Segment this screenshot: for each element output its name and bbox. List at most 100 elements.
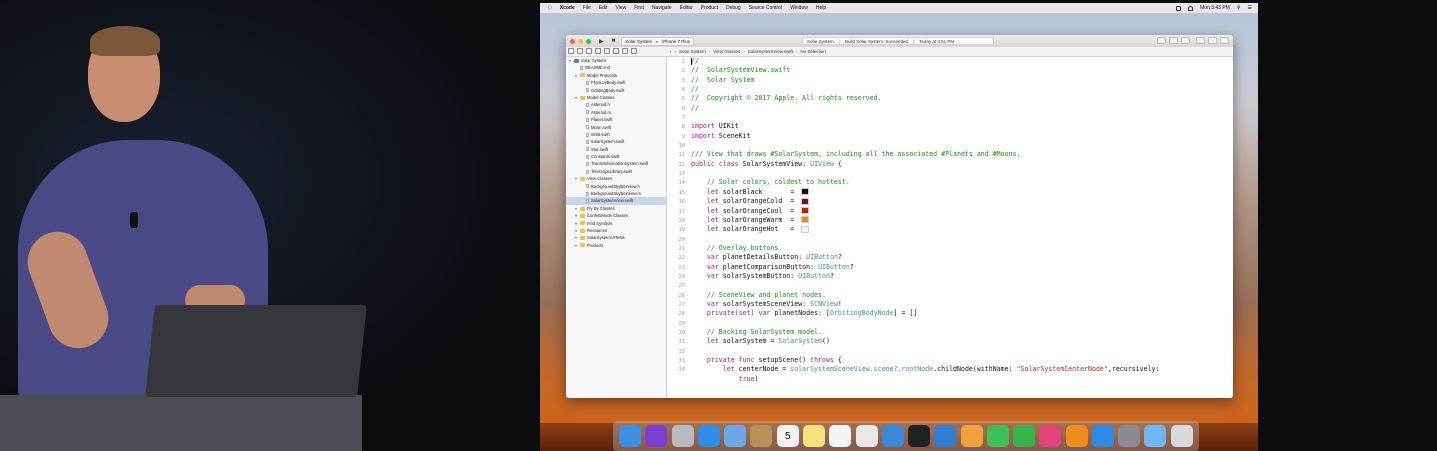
navigator-row[interactable]: Constants.swift (566, 153, 666, 160)
navigator-row[interactable]: TelescopeLibrary.swift (566, 168, 666, 175)
folder-icon[interactable] (934, 425, 957, 447)
facetime-icon[interactable] (1013, 425, 1036, 447)
color-literal-swatch[interactable] (801, 225, 810, 233)
navigator-row[interactable]: ▾ SolarSystemUITests (566, 234, 666, 241)
navigator-row[interactable]: BackgroundSkyBoxView.h (566, 183, 666, 190)
breakpoint-navigator-icon[interactable] (622, 48, 628, 54)
downloads-folder-icon[interactable] (1144, 425, 1167, 447)
code-line[interactable]: 34 let centerNode = solarSystemSceneView… (667, 365, 1233, 374)
code-line[interactable]: 19 let solarOrangeHot = (667, 225, 1233, 234)
wifi-icon[interactable] (1188, 5, 1194, 11)
navigator-row[interactable]: README.md (566, 64, 666, 71)
notes-icon[interactable] (802, 425, 825, 447)
menu-product[interactable]: Product (701, 5, 718, 11)
menu-view[interactable]: View (615, 5, 626, 11)
standard-editor-button[interactable] (1157, 37, 1166, 44)
code-line[interactable]: 12 public class SolarSystemView: UIView { (667, 160, 1233, 169)
preview-icon[interactable] (855, 425, 878, 447)
color-literal-swatch[interactable] (801, 216, 810, 224)
code-line[interactable]: 3// Solar System (667, 76, 1233, 85)
code-line[interactable]: 21 // Overlay buttons. (667, 244, 1233, 253)
code-line[interactable]: 30 // Backing SolarSystem model. (667, 328, 1233, 337)
stop-button[interactable]: ■ (612, 38, 616, 44)
code-line[interactable]: 2// SolarSystemView.swift (667, 66, 1233, 75)
code-line[interactable]: 29 (667, 319, 1233, 328)
code-line[interactable]: 33 private func setupScene() throws { (667, 356, 1233, 365)
xcode-icon[interactable] (881, 425, 904, 447)
breadcrumb-item[interactable]: Solar System (679, 49, 706, 54)
navigator-row[interactable]: ▾ Solar System (566, 57, 666, 64)
notification-center-icon[interactable]: ☰ (1248, 5, 1252, 11)
menu-editor[interactable]: Editor (680, 5, 693, 11)
navigator-row[interactable]: Planet.swift (566, 116, 666, 123)
back-button[interactable]: ‹ (670, 49, 672, 54)
code-line[interactable]: 5// Copyright © 2017 Apple. All rights r… (667, 94, 1233, 103)
assistant-editor-button[interactable] (1169, 37, 1178, 44)
menu-window[interactable]: Window (790, 5, 808, 11)
color-literal-swatch[interactable] (801, 188, 810, 196)
navigator-row[interactable]: ▾ Products (566, 242, 666, 249)
ibooks-icon[interactable] (1065, 425, 1088, 447)
code-line[interactable]: 26 // SceneView and planet nodes. (667, 291, 1233, 300)
color-literal-swatch[interactable] (801, 207, 810, 214)
navigator-row[interactable]: SolarSystem.swift (566, 138, 666, 145)
app-store-icon[interactable] (1091, 425, 1114, 447)
navigator-row[interactable]: SolarSystemView.swift (566, 197, 666, 205)
menu-navigate[interactable]: Navigate (652, 5, 672, 11)
code-line[interactable]: true) (667, 375, 1233, 384)
navigator-row[interactable]: ▾ Model Protocols (566, 72, 666, 79)
zoom-window-button[interactable] (586, 38, 591, 44)
terminal-icon[interactable] (908, 425, 931, 447)
code-line[interactable]: 11/// View that draws #SolarSystem, incl… (667, 150, 1233, 159)
reminders-icon[interactable] (829, 425, 852, 447)
navigator-row[interactable]: Asteroid.h (566, 101, 666, 108)
siri-icon[interactable] (645, 425, 668, 447)
breadcrumb-item[interactable]: No Selection (800, 49, 826, 54)
code-line[interactable]: 28 private(set) var planetNodes: [Orbiti… (667, 309, 1233, 318)
photos-icon[interactable] (960, 425, 983, 447)
trash-icon[interactable] (1170, 425, 1193, 447)
menu-debug[interactable]: Debug (726, 5, 741, 11)
navigator-row[interactable]: BackgroundSkyBoxView.m (566, 190, 666, 197)
code-line[interactable]: 20 (667, 235, 1233, 244)
code-line[interactable]: 7 (667, 113, 1233, 122)
code-line[interactable]: 27 var solarSystemSceneView: SCNView! (667, 300, 1233, 309)
breadcrumb-item[interactable]: SolarSystemView.swift (748, 49, 793, 54)
menu-help[interactable]: Help (816, 5, 826, 11)
code-line[interactable]: 1// (667, 57, 1233, 66)
navigator-row[interactable]: ▾ ConfettiMode Classes (566, 212, 666, 219)
navigator-row[interactable]: ▾ Fly By Classes (566, 205, 666, 212)
symbol-navigator-icon[interactable] (577, 48, 583, 54)
code-line[interactable]: 18 let solarOrangeWarm = (667, 216, 1233, 225)
code-line[interactable]: 14 // Solar colors, coldest to hottest. (667, 178, 1233, 187)
debug-area-toggle-button[interactable] (1208, 37, 1217, 44)
navigator-row[interactable]: Star.swift (566, 146, 666, 153)
code-line[interactable]: 9 import SceneKit (667, 132, 1233, 141)
code-line[interactable]: 8 import UIKit (667, 122, 1233, 131)
scheme-selector[interactable]: Solar System ▸ iPhone 7 Plus (621, 36, 695, 46)
code-line[interactable]: 15 let solarBlack = (667, 188, 1233, 197)
menu-source-control[interactable]: Source Control (749, 5, 782, 11)
navigator-row[interactable]: Orbit.swift (566, 131, 666, 138)
run-button[interactable]: ▶ (599, 38, 604, 45)
navigator-row[interactable]: PhysicalBody.swift (566, 79, 666, 86)
code-line[interactable]: 16 let solarOrangeCold = (667, 197, 1233, 206)
spotlight-icon[interactable]: ⚲ (1237, 5, 1241, 11)
color-literal-swatch[interactable] (801, 197, 810, 205)
version-editor-button[interactable] (1181, 37, 1190, 44)
forward-button[interactable]: › (675, 49, 677, 54)
launchpad-icon[interactable] (671, 425, 694, 447)
contacts-icon[interactable] (750, 425, 773, 447)
debug-navigator-icon[interactable] (613, 48, 619, 54)
navigator-row[interactable]: Asteroid.m (566, 109, 666, 116)
navigator-row[interactable]: ▾ Find Symbols (566, 220, 666, 227)
code-line[interactable]: 31 let solarSystem = SolarSystem() (667, 337, 1233, 346)
source-editor[interactable]: 1//2// SolarSystemView.swift 3// Solar Sy… (667, 57, 1233, 398)
mail-icon[interactable] (724, 425, 747, 447)
messages-icon[interactable] (986, 425, 1009, 447)
close-window-button[interactable] (570, 38, 575, 44)
finder-icon[interactable] (619, 425, 642, 447)
navigator-row[interactable]: TransitInformationSystem.swift (566, 160, 666, 167)
system-preferences-icon[interactable] (1118, 425, 1141, 447)
calendar-icon[interactable]: 5 (776, 425, 799, 447)
